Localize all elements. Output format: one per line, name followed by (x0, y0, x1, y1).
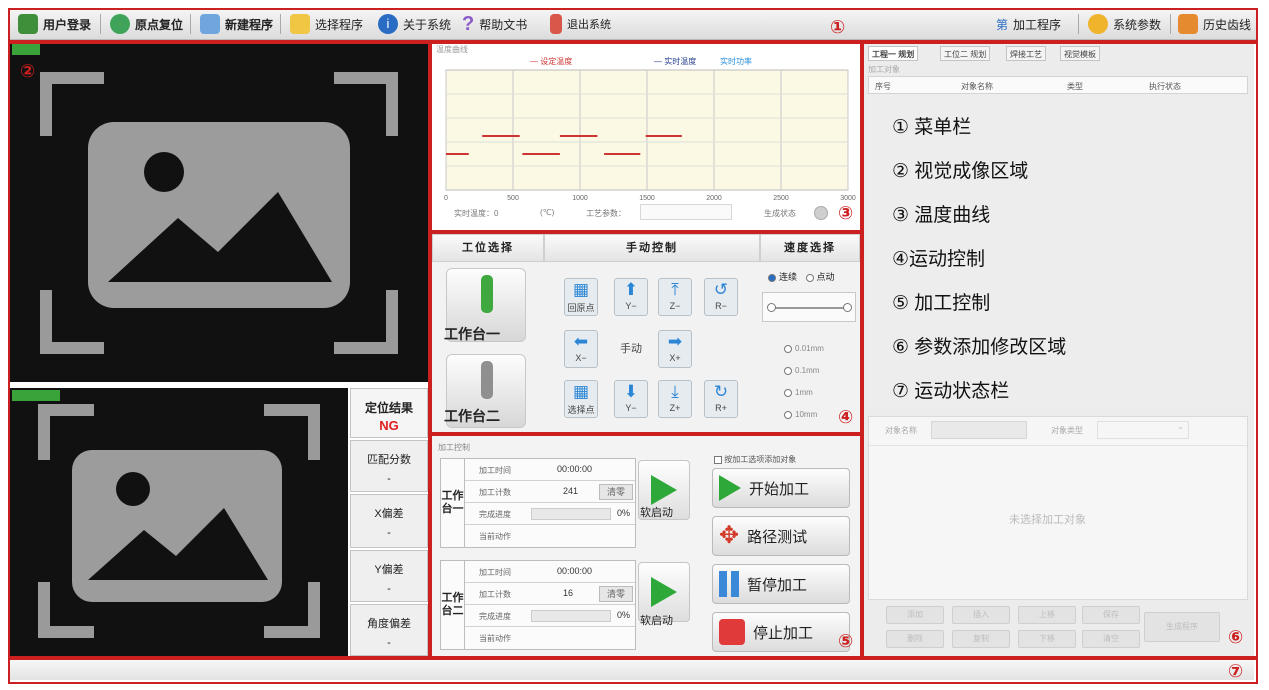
annotation-box-menu (8, 8, 1258, 42)
annotation-box-temp (430, 42, 862, 232)
marker-7: ⑦ (1228, 661, 1244, 681)
annotation-box-processing (430, 434, 862, 658)
marker-1: ① (830, 17, 846, 37)
annotation-box-vision (8, 42, 430, 658)
marker-4: ④ (838, 407, 854, 427)
annotation-box-params (862, 42, 1258, 658)
annotation-box-motion (430, 232, 862, 434)
marker-5: ⑤ (838, 631, 854, 651)
marker-6: ⑥ (1228, 627, 1244, 647)
annotation-box-status (8, 658, 1258, 684)
marker-2: ② (20, 61, 36, 81)
marker-3: ③ (838, 203, 854, 223)
